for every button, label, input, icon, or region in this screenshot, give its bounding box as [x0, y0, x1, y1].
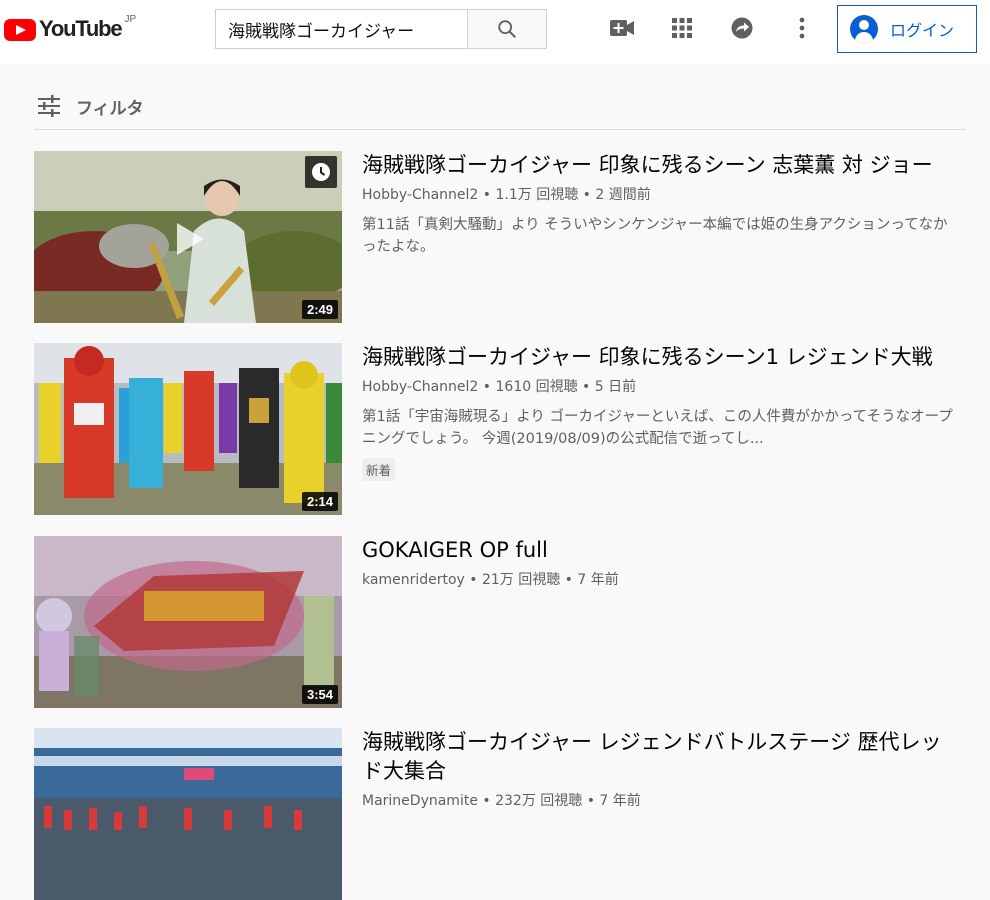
video-title[interactable]: GOKAIGER OP full [362, 536, 962, 565]
video-duration: 2:49 [301, 300, 338, 319]
thumbnail-image [34, 151, 342, 323]
search-button[interactable] [467, 9, 547, 49]
youtube-logo[interactable]: YouTube JP [4, 14, 136, 44]
thumbnail-image [34, 536, 342, 708]
video-duration: 3:54 [301, 685, 338, 704]
search-input[interactable]: 海賊戦隊ゴーカイジャー [215, 9, 467, 49]
video-info: 海賊戦隊ゴーカイジャー 印象に残るシーン1 レジェンド大戦 Hobby-Chan… [362, 343, 962, 481]
video-description: 第1話「宇宙海賊現る」より ゴーカイジャーといえば、この人件費がかかってそうなオ… [362, 409, 953, 447]
video-title[interactable]: 海賊戦隊ゴーカイジャー 印象に残るシーン 志葉薫 対 ジョー [362, 151, 962, 180]
youtube-play-icon [4, 19, 36, 41]
video-thumbnail[interactable]: 2:49 [34, 151, 342, 323]
video-thumbnail[interactable]: 2:14 [34, 343, 342, 515]
video-result[interactable]: 海賊戦隊ゴーカイジャー レジェンドバトルステージ 歴代レッド大集合 Marine… [34, 728, 974, 900]
video-thumbnail[interactable]: 3:54 [34, 536, 342, 708]
video-result[interactable]: 2:14 海賊戦隊ゴーカイジャー 印象に残るシーン1 レジェンド大戦 Hobby… [34, 343, 974, 515]
filter-bar[interactable]: フィルタ [34, 90, 966, 130]
video-meta: kamenridertoy • 21万 回視聴 • 7 年前 [362, 572, 619, 588]
messages-button[interactable] [728, 14, 756, 42]
watch-later-button[interactable] [305, 156, 337, 188]
video-result[interactable]: 3:54 GOKAIGER OP full kamenridertoy • 21… [34, 536, 974, 708]
new-badge: 新着 [362, 458, 396, 481]
create-video-button[interactable] [608, 14, 636, 42]
filter-label: フィルタ [76, 99, 144, 119]
video-title[interactable]: 海賊戦隊ゴーカイジャー 印象に残るシーン1 レジェンド大戦 [362, 343, 962, 372]
video-info: GOKAIGER OP full kamenridertoy • 21万 回視聴… [362, 536, 962, 589]
login-button[interactable]: ログイン [837, 5, 977, 53]
account-circle-icon [850, 15, 878, 43]
thumbnail-image [34, 343, 342, 515]
search-icon [498, 20, 516, 38]
search-box: 海賊戦隊ゴーカイジャー [215, 9, 547, 49]
video-camera-plus-icon [610, 20, 634, 36]
more-vertical-icon [799, 17, 805, 39]
tune-icon [38, 95, 60, 117]
video-meta: Hobby-Channel2 • 1.1万 回視聴 • 2 週間前 [362, 187, 651, 203]
apps-grid-icon [672, 18, 692, 38]
login-label: ログイン [890, 21, 955, 40]
video-thumbnail[interactable] [34, 728, 342, 900]
share-message-icon [731, 17, 753, 39]
video-duration: 2:14 [301, 492, 338, 511]
apps-button[interactable] [668, 14, 696, 42]
video-description: 第11話「真剣大騒動」より そういやシンケンジャー本編では姫の生身アクションって… [362, 217, 948, 255]
video-meta: MarineDynamite • 232万 回視聴 • 7 年前 [362, 793, 641, 809]
video-info: 海賊戦隊ゴーカイジャー 印象に残るシーン 志葉薫 対 ジョー Hobby-Cha… [362, 151, 962, 258]
thumbnail-image [34, 728, 342, 900]
video-meta: Hobby-Channel2 • 1610 回視聴 • 5 日前 [362, 379, 637, 395]
masthead: YouTube JP 海賊戦隊ゴーカイジャー ログイン [0, 0, 990, 64]
region-label: JP [124, 14, 137, 25]
logo-text: YouTube [39, 16, 123, 41]
video-result[interactable]: 2:49 海賊戦隊ゴーカイジャー 印象に残るシーン 志葉薫 対 ジョー Hobb… [34, 151, 974, 323]
video-info: 海賊戦隊ゴーカイジャー レジェンドバトルステージ 歴代レッド大集合 Marine… [362, 728, 962, 810]
video-title[interactable]: 海賊戦隊ゴーカイジャー レジェンドバトルステージ 歴代レッド大集合 [362, 728, 962, 786]
settings-menu-button[interactable] [788, 14, 816, 42]
clock-icon [312, 163, 330, 181]
